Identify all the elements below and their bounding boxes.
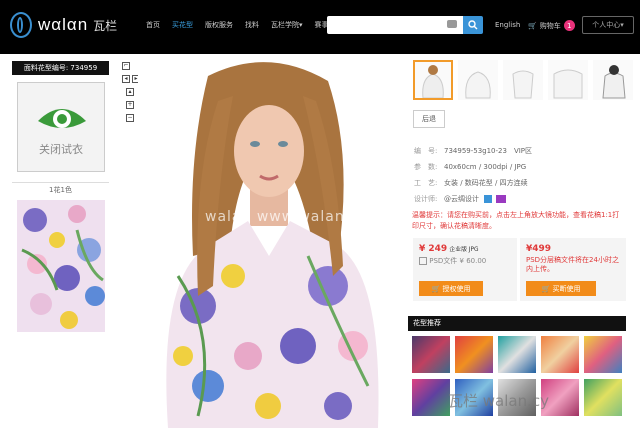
cart-icon: 🛒 [541, 284, 551, 293]
arrow-left-icon[interactable]: ◂ [122, 75, 130, 83]
watermark: walan www.walan.com [205, 209, 384, 225]
search-icon [468, 20, 478, 30]
thumbnail[interactable] [413, 60, 453, 100]
buyout-buy-button[interactable]: 🛒 买断使用 [526, 281, 596, 296]
recommend-item[interactable] [412, 379, 450, 416]
nav-academy[interactable]: 瓦栏学院▾ [271, 20, 303, 30]
logo-icon [10, 12, 32, 38]
buyout-price-box: ¥499 PSD分层稿文件将在24小时之内上传。 🛒 买断使用 [520, 238, 626, 301]
thumbnail-image [512, 70, 534, 99]
recommend-item[interactable] [541, 336, 579, 373]
psd-option[interactable]: PSD文件 ¥ 60.00 [419, 256, 511, 266]
thumbnail-image [422, 65, 444, 99]
recommend-item[interactable] [584, 379, 622, 416]
language-link[interactable]: English [495, 21, 520, 29]
license-price: ¥ 249 企业版 JPG [419, 244, 479, 254]
search-input[interactable] [327, 16, 463, 34]
walan-logo[interactable]: wαlαn 瓦栏 [10, 10, 117, 40]
purchase-tip: 温馨提示：请您在购买前，点击左上角放大镜功能，查看花稿1:1打印尺寸，确认花稿清… [412, 211, 620, 230]
thumbnail-image [465, 71, 491, 99]
info-row-craft: 工 艺: 女装 / 数码花型 / 四方连续 [414, 179, 528, 187]
move-up-icon[interactable]: ▴ [126, 88, 134, 96]
thumbnail[interactable] [548, 60, 588, 100]
buyout-desc: PSD分层稿文件将在24小时之内上传。 [526, 256, 619, 273]
main-nav: 首页 买花型 版权服务 找料 瓦栏学院▾ 赛事活动▾ [146, 20, 346, 30]
fabric-swatch[interactable] [17, 200, 105, 332]
user-center-button[interactable]: 个人中心▾ [582, 16, 634, 34]
license-buy-button[interactable]: 🛒 授权使用 [419, 281, 483, 296]
vip-badge-icon [496, 195, 507, 203]
info-row-code: 编 号: 734959-53g10-23 VIP区 [414, 147, 533, 155]
buyout-price: ¥499 [526, 244, 552, 254]
zoom-out-icon[interactable]: − [126, 114, 134, 122]
nav-home[interactable]: 首页 [146, 20, 160, 30]
recommend-item[interactable] [584, 336, 622, 373]
model-illustration [138, 56, 400, 428]
info-row-designer: 设计师: @云绸设计 [414, 191, 532, 207]
designer-link[interactable]: @云绸设计 [444, 195, 479, 203]
designer-badge-icon [484, 195, 493, 203]
thumbnail-image [602, 65, 626, 99]
thumbnail[interactable] [458, 60, 498, 100]
license-price-box: ¥ 249 企业版 JPG PSD文件 ¥ 60.00 🛒 授权使用 [413, 238, 517, 301]
model-tryon-image [138, 56, 400, 428]
zoom-in-icon[interactable]: + [126, 101, 134, 109]
pattern-info: 编 号: 734959-53g10-23 VIP区 参 数: 40x60cm / 3… [414, 143, 532, 207]
tryon-label: 关闭试衣 [39, 143, 83, 156]
watermark-bottom: 瓦栏 walan.cy [448, 392, 549, 410]
color-count: 1花1色 [12, 182, 109, 195]
recommend-title: 花型推荐 [408, 316, 626, 331]
top-nav-bar: wαlαn 瓦栏 首页 买花型 版权服务 找料 瓦栏学院▾ 赛事活动▾ Engl… [0, 0, 640, 54]
back-button[interactable]: 后退 [413, 110, 445, 128]
thumbnail[interactable] [503, 60, 543, 100]
thumbnail-image [553, 69, 583, 99]
cart-icon: 🛒 [431, 284, 441, 293]
search-bar [327, 16, 483, 34]
logo-cn: 瓦栏 [93, 18, 118, 33]
nav-copyright[interactable]: 版权服务 [205, 20, 233, 30]
info-row-params: 参 数: 40x60cm / 300dpi / JPG [414, 163, 527, 171]
nav-fabric[interactable]: 找料 [245, 20, 259, 30]
tryon-toggle-button[interactable]: 关闭试衣 [17, 82, 105, 172]
recommend-item[interactable] [455, 336, 493, 373]
cart-link[interactable]: 🛒 购物车 1 [528, 20, 575, 31]
recommend-item[interactable] [498, 336, 536, 373]
floral-pattern-image [17, 200, 105, 332]
user-center-label: 个人中心▾ [592, 21, 624, 29]
pattern-code-tag: 面料花型编号: 734959 [12, 61, 109, 75]
camera-icon[interactable] [447, 20, 457, 28]
recommend-item[interactable] [412, 336, 450, 373]
search-button[interactable] [463, 16, 483, 34]
cart-icon: 🛒 [528, 21, 537, 30]
thumbnail[interactable] [593, 60, 633, 100]
cart-count-badge: 1 [563, 20, 575, 31]
logo-text: wαlαn [38, 15, 89, 34]
cart-label: 购物车 [539, 21, 561, 30]
nav-buy-pattern[interactable]: 买花型 [172, 20, 193, 30]
psd-checkbox[interactable] [419, 257, 427, 265]
thumbnail-strip [413, 60, 633, 100]
collapse-icon[interactable]: ⌐ [122, 62, 130, 70]
eye-icon [38, 109, 86, 128]
